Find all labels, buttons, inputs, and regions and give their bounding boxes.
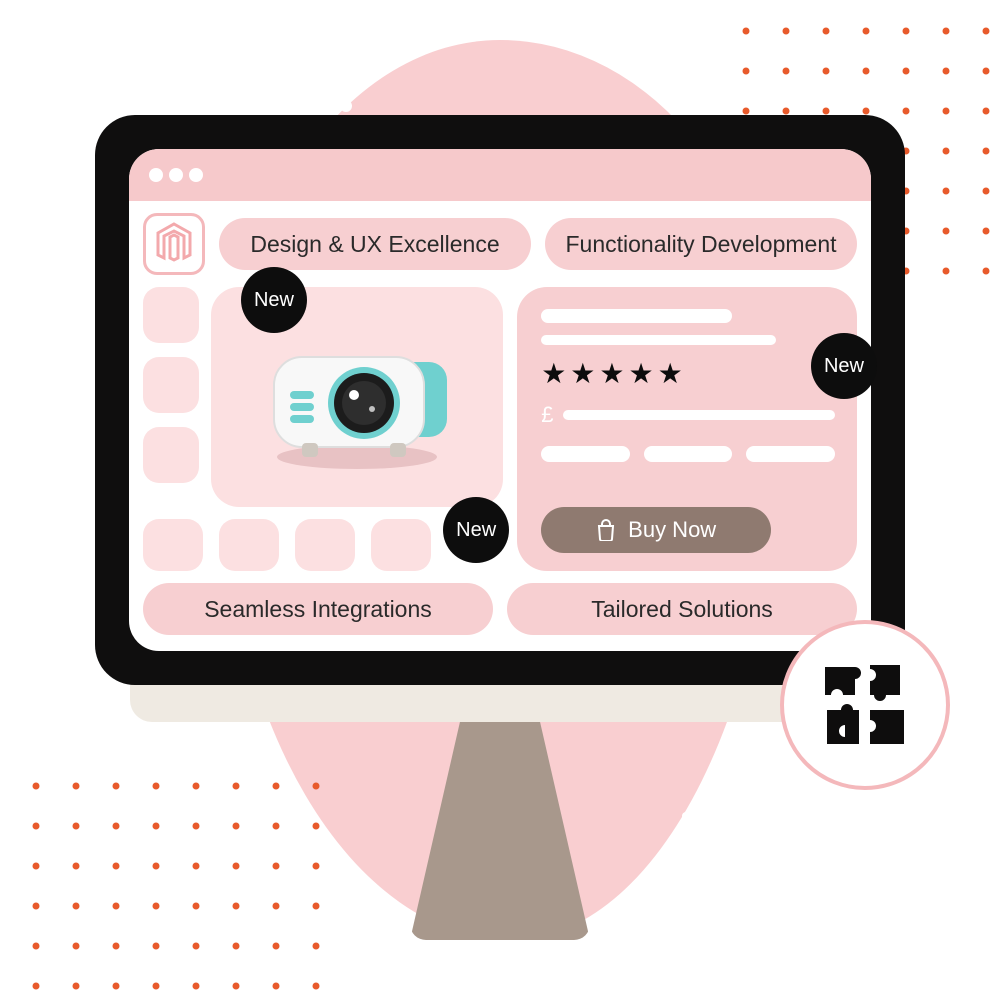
thumbnail[interactable] bbox=[143, 427, 199, 483]
option-chip[interactable] bbox=[644, 446, 733, 462]
monitor-frame: Design & UX Excellence Functionality Dev… bbox=[95, 115, 905, 685]
price-row: £ bbox=[541, 402, 835, 428]
monitor-base bbox=[130, 680, 870, 722]
placeholder-line bbox=[563, 410, 835, 420]
buy-now-label: Buy Now bbox=[628, 517, 716, 543]
browser-window: Design & UX Excellence Functionality Dev… bbox=[129, 149, 871, 651]
magento-logo-icon bbox=[154, 222, 194, 266]
star-icon: ★ bbox=[629, 357, 654, 390]
star-icon: ★ bbox=[570, 357, 595, 390]
feature-pill-functionality[interactable]: Functionality Development bbox=[545, 218, 857, 270]
product-image-card: New New bbox=[211, 287, 503, 507]
magento-logo bbox=[143, 213, 205, 275]
new-badge: New bbox=[241, 267, 307, 333]
star-icon: ★ bbox=[541, 357, 566, 390]
feature-pill-integrations[interactable]: Seamless Integrations bbox=[143, 583, 493, 635]
puzzle-icon bbox=[815, 655, 915, 755]
product-detail-card: New ★ ★ ★ ★ ★ £ bbox=[517, 287, 857, 571]
rating-stars: ★ ★ ★ ★ ★ bbox=[541, 357, 835, 390]
placeholder-line bbox=[541, 309, 732, 323]
new-badge: New bbox=[811, 333, 877, 399]
new-badge: New bbox=[443, 497, 509, 563]
thumbnail[interactable] bbox=[143, 519, 203, 571]
thumbnail[interactable] bbox=[295, 519, 355, 571]
thumbnail[interactable] bbox=[143, 357, 199, 413]
window-dot bbox=[149, 168, 163, 182]
star-icon: ★ bbox=[599, 357, 624, 390]
feature-pill-tailored[interactable]: Tailored Solutions bbox=[507, 583, 857, 635]
puzzle-badge bbox=[780, 620, 950, 790]
thumbnail[interactable] bbox=[371, 519, 431, 571]
shopping-bag-icon bbox=[596, 519, 616, 541]
currency-symbol: £ bbox=[541, 402, 553, 428]
dot-grid-bottom-left bbox=[30, 780, 350, 1000]
option-chip[interactable] bbox=[746, 446, 835, 462]
window-titlebar bbox=[129, 149, 871, 201]
projector-icon bbox=[242, 317, 472, 477]
feature-pill-design[interactable]: Design & UX Excellence bbox=[219, 218, 531, 270]
thumbnail[interactable] bbox=[143, 287, 199, 343]
window-dot bbox=[189, 168, 203, 182]
thumbnail[interactable] bbox=[219, 519, 279, 571]
window-dot bbox=[169, 168, 183, 182]
buy-now-button[interactable]: Buy Now bbox=[541, 507, 771, 553]
option-chip[interactable] bbox=[541, 446, 630, 462]
placeholder-line bbox=[541, 335, 776, 345]
star-icon: ★ bbox=[658, 357, 683, 390]
